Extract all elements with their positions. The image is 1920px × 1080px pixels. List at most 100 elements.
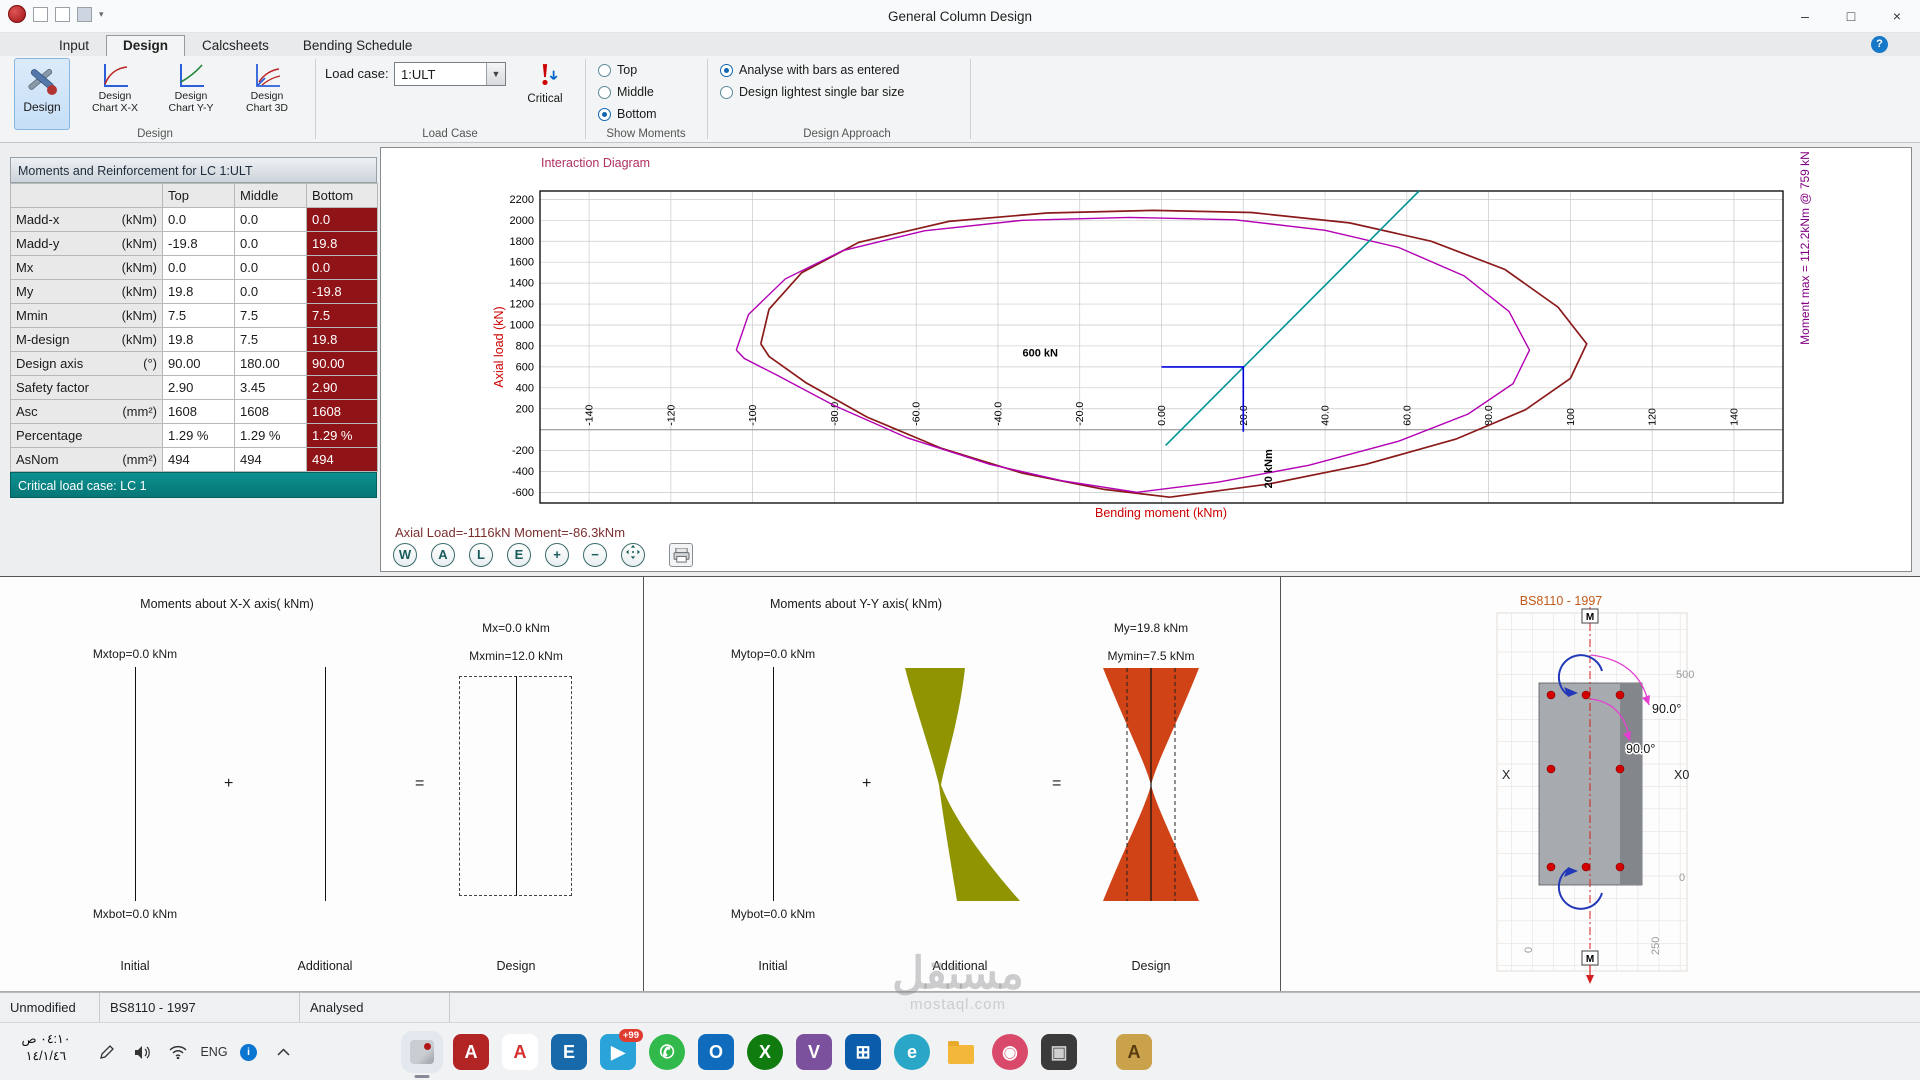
chevron-up-icon[interactable] <box>273 1042 293 1062</box>
row-label: Safety factor <box>11 376 163 400</box>
wifi-icon[interactable] <box>168 1042 188 1062</box>
svg-text:-60.0: -60.0 <box>911 402 923 426</box>
yy-caption-design: Design <box>1091 959 1211 973</box>
volume-icon[interactable] <box>132 1042 152 1062</box>
radio-show-middle[interactable]: Middle <box>598 85 654 99</box>
taskbar-icon-red-a-app[interactable]: A <box>453 1034 489 1070</box>
yy-caption-additional: Additional <box>900 959 1020 973</box>
panel-divider <box>643 577 644 991</box>
cell-middle: 3.45 <box>235 376 307 400</box>
results-panel: Moments and Reinforcement for LC 1:ULT T… <box>10 157 377 498</box>
taskbar: ٠٤:١٠ ص ١٤/١/٤٦ ENG i AAE▶+99✆OXV⊞e◉▣A ب… <box>0 1022 1920 1080</box>
taskbar-icon-acrobat[interactable]: A <box>502 1034 538 1070</box>
cell-middle: 1608 <box>235 400 307 424</box>
design-chart-yy-button[interactable]: Design Chart Y-Y <box>158 58 224 130</box>
help-icon[interactable]: ? <box>1871 36 1888 53</box>
table-row: Design axis(°)90.00180.0090.00 <box>11 352 378 376</box>
chart-annotation: 20 kNm <box>1263 449 1275 488</box>
taskbar-icon-file-explorer[interactable] <box>943 1034 979 1070</box>
taskbar-icon-edge[interactable]: e <box>894 1034 930 1070</box>
group-divider <box>585 59 586 139</box>
taskbar-icon-age-of-empires[interactable]: A <box>1116 1034 1152 1070</box>
clock-date: ١٤/١/٤٦ <box>8 1048 84 1065</box>
taskbar-icon-media-app[interactable]: ◉ <box>992 1034 1028 1070</box>
chart-status-readout: Axial Load=-1116kN Moment=-86.3kNm <box>395 525 625 540</box>
taskbar-icon-purple-app[interactable]: V <box>796 1034 832 1070</box>
radio-indicator <box>598 86 611 99</box>
taskbar-icon-xbox[interactable]: X <box>747 1034 783 1070</box>
tab-input[interactable]: Input <box>42 35 106 56</box>
taskbar-icon-telegram[interactable]: ▶+99 <box>600 1034 636 1070</box>
print-button[interactable] <box>669 543 693 567</box>
table-row: Asc(mm²)160816081608 <box>11 400 378 424</box>
xx-caption-initial: Initial <box>75 959 195 973</box>
svg-text:100: 100 <box>1565 408 1577 426</box>
results-table: Top Middle Bottom Madd-x(kNm)0.00.00.0Ma… <box>10 183 378 472</box>
radio-label: Middle <box>617 85 654 99</box>
radio-label: Top <box>617 63 637 77</box>
zoom-last-button[interactable]: L <box>469 543 493 567</box>
tab-bending-schedule[interactable]: Bending Schedule <box>286 35 430 56</box>
design-button[interactable]: Design <box>14 58 70 130</box>
svg-text:0.00: 0.00 <box>1156 405 1168 426</box>
column-section-diagram: M M 500 0 250 0 X X0 90.0° 90.0° <box>1490 607 1710 987</box>
button-label: Design <box>251 90 284 102</box>
xx-caption-additional: Additional <box>265 959 385 973</box>
taskbar-icon-whatsapp[interactable]: ✆ <box>649 1034 685 1070</box>
moment-marker-top: M <box>1586 612 1594 623</box>
cell-middle: 0.0 <box>235 280 307 304</box>
close-button[interactable]: × <box>1874 0 1920 33</box>
radio-show-top[interactable]: Top <box>598 63 637 77</box>
touch-keyboard-icon[interactable]: i <box>240 1044 257 1061</box>
button-label2: Chart 3D <box>246 102 288 114</box>
taskbar-icon-dark-app[interactable]: ▣ <box>1041 1034 1077 1070</box>
zoom-extents-button[interactable]: E <box>507 543 531 567</box>
pan-button[interactable] <box>621 543 645 567</box>
row-label: Mx(kNm) <box>11 256 163 280</box>
tab-design[interactable]: Design <box>106 35 185 56</box>
svg-text:120: 120 <box>1647 408 1659 426</box>
cell-top: 19.8 <box>163 280 235 304</box>
zoom-in-button[interactable]: + <box>545 543 569 567</box>
svg-text:-400: -400 <box>512 466 534 478</box>
interaction-chart-svg[interactable]: 2200200018001600140012001000800600400200… <box>381 148 1909 548</box>
results-table-body: Madd-x(kNm)0.00.00.0Madd-y(kNm)-19.80.01… <box>11 208 378 472</box>
radio-indicator <box>720 86 733 99</box>
yy-initial-diagram <box>773 667 774 901</box>
tab-calcsheets[interactable]: Calcsheets <box>185 35 286 56</box>
svg-text:600: 600 <box>516 361 534 373</box>
chevron-down-icon[interactable]: ▼ <box>486 63 505 85</box>
row-label: Madd-x(kNm) <box>11 208 163 232</box>
minimize-button[interactable]: – <box>1782 0 1828 33</box>
svg-text:-140: -140 <box>584 405 596 426</box>
mybot-label: Mybot=0.0 kNm <box>683 907 863 921</box>
xx-initial-diagram <box>135 667 136 901</box>
language-indicator[interactable]: ENG <box>204 1042 224 1062</box>
cell-top: 0.0 <box>163 256 235 280</box>
pen-icon[interactable] <box>96 1042 116 1062</box>
critical-button[interactable]: Critical <box>518 58 572 130</box>
radio-indicator <box>720 64 733 77</box>
design-tools-icon <box>24 63 60 97</box>
maximize-button[interactable]: □ <box>1828 0 1874 33</box>
design-chart-3d-button[interactable]: Design Chart 3D <box>234 58 300 130</box>
table-row: Mmin(kNm)7.57.57.5 <box>11 304 378 328</box>
taskbar-icon-outlook[interactable]: O <box>698 1034 734 1070</box>
taskbar-icon-general-column-design-app[interactable] <box>404 1034 440 1070</box>
svg-text:-200: -200 <box>512 445 534 457</box>
titlebar: ▾ General Column Design – □ × <box>0 0 1920 33</box>
zoom-out-button[interactable]: − <box>583 543 607 567</box>
design-chart-xx-button[interactable]: Design Chart X-X <box>82 58 148 130</box>
moment-marker-bottom: M <box>1586 954 1594 965</box>
plus-sign: + <box>224 775 233 793</box>
zoom-window-button[interactable]: W <box>393 543 417 567</box>
radio-design-lightest[interactable]: Design lightest single bar size <box>720 85 904 99</box>
radio-analyse-bars[interactable]: Analyse with bars as entered <box>720 63 900 77</box>
zoom-all-button[interactable]: A <box>431 543 455 567</box>
taskbar-icon-blue-e-app[interactable]: E <box>551 1034 587 1070</box>
taskbar-clock[interactable]: ٠٤:١٠ ص ١٤/١/٤٦ <box>8 1031 84 1065</box>
load-case-combobox[interactable]: 1:ULT ▼ <box>394 62 506 86</box>
radio-show-bottom[interactable]: Bottom <box>598 107 657 121</box>
taskbar-icon-ms-store[interactable]: ⊞ <box>845 1034 881 1070</box>
xx-additional-diagram <box>325 667 326 901</box>
